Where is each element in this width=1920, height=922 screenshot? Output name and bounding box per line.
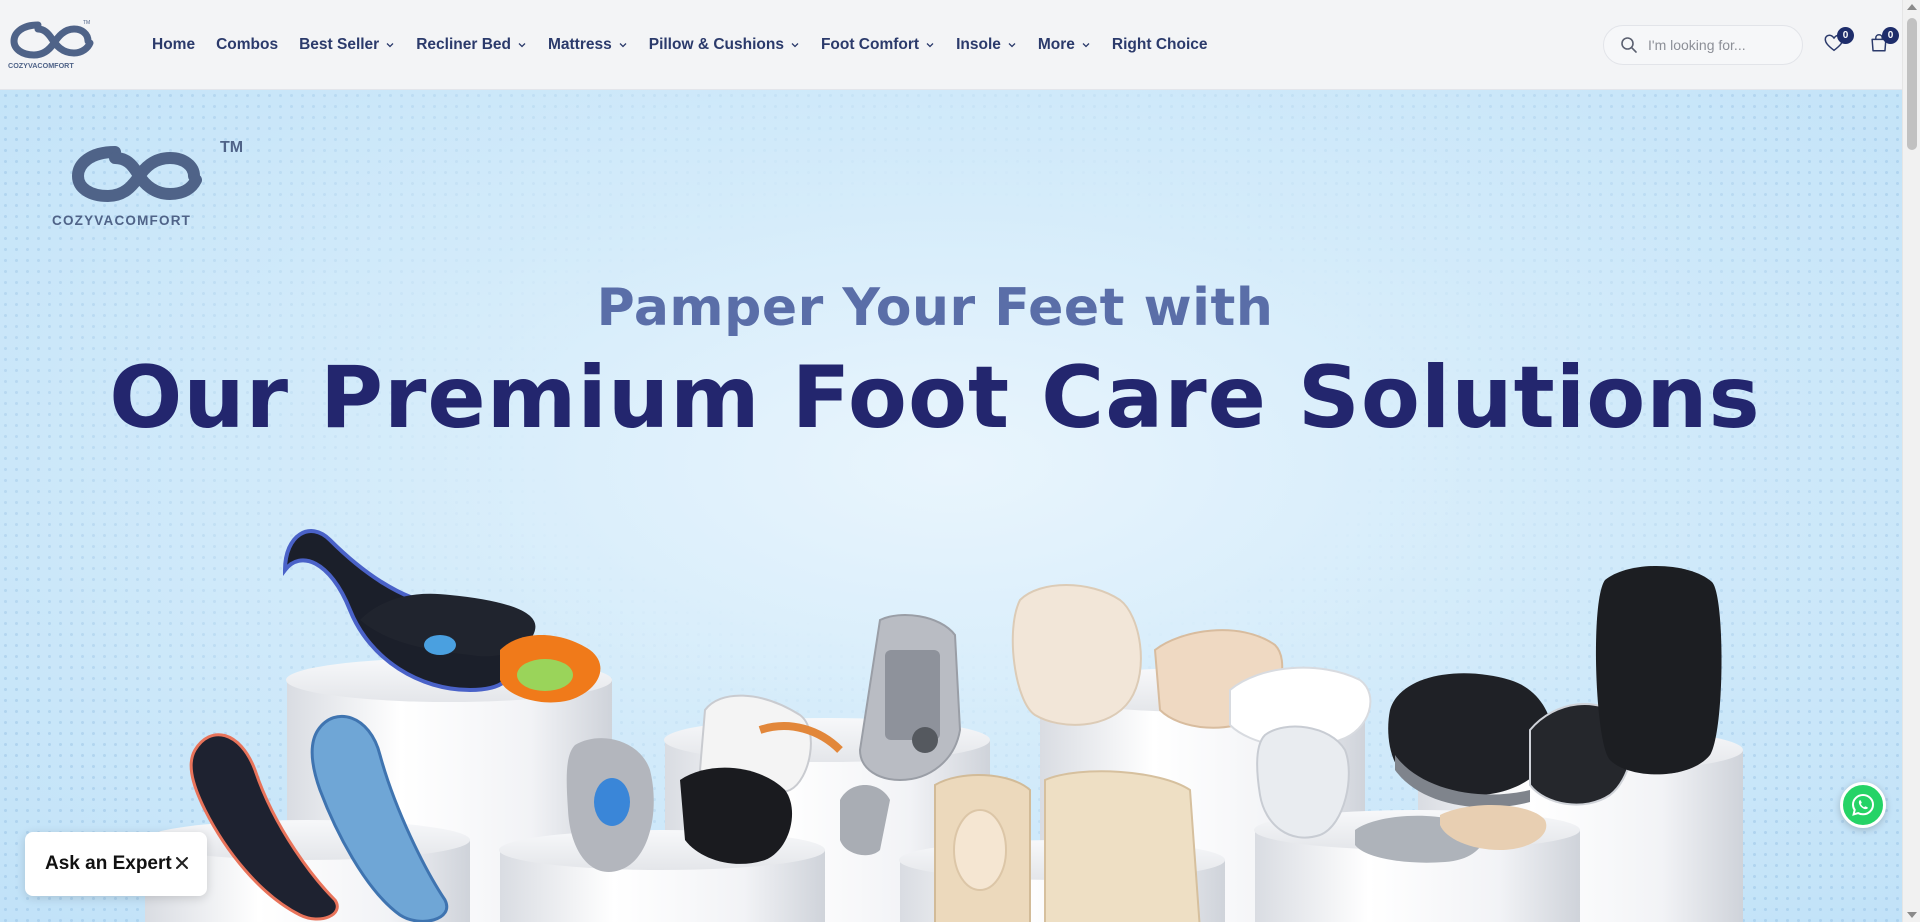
nav-item-label: Pillow & Cushions bbox=[648, 36, 784, 53]
page-scrollbar[interactable] bbox=[1902, 0, 1920, 922]
ask-expert-label: Ask an Expert bbox=[45, 853, 172, 874]
nav-item-label: Recliner Bed bbox=[416, 36, 511, 53]
nav-item-mattress[interactable]: Mattress bbox=[548, 36, 628, 54]
nav-item-label: Insole bbox=[956, 36, 1001, 53]
chevron-down-icon bbox=[619, 43, 627, 48]
site-header: TM COZYVACOMFORT Home Combos Best Seller… bbox=[0, 0, 1902, 90]
chevron-down-icon bbox=[1008, 43, 1016, 48]
cart-button[interactable]: 0 bbox=[1868, 27, 1899, 56]
chevron-down-icon bbox=[926, 43, 934, 48]
seat-cushions-black bbox=[1388, 565, 1722, 808]
heel-sleeves bbox=[1011, 584, 1372, 749]
close-icon[interactable] bbox=[173, 854, 191, 872]
search-box[interactable] bbox=[1603, 25, 1803, 65]
nav-item-recliner-bed[interactable]: Recliner Bed bbox=[416, 36, 527, 54]
nav-item-best-seller[interactable]: Best Seller bbox=[299, 36, 395, 54]
wishlist-count-badge: 0 bbox=[1837, 27, 1854, 44]
nav-item-combos[interactable]: Combos bbox=[216, 36, 278, 54]
product-display-illustration bbox=[144, 529, 1743, 922]
main-nav: Home Combos Best Seller Recliner Bed Mat… bbox=[152, 0, 1229, 90]
wishlist-button[interactable]: 0 bbox=[1823, 27, 1854, 56]
nav-item-label: Foot Comfort bbox=[820, 36, 920, 53]
brand-logo[interactable]: TM COZYVACOMFORT bbox=[8, 19, 96, 71]
nav-item-label: More bbox=[1037, 36, 1075, 53]
chevron-down-icon bbox=[791, 43, 799, 48]
nav-item-label: Mattress bbox=[547, 36, 612, 53]
nav-item-right-choice[interactable]: Right Choice bbox=[1112, 36, 1208, 54]
scrollbar-thumb[interactable] bbox=[1907, 18, 1917, 150]
nav-item-more[interactable]: More bbox=[1038, 36, 1091, 54]
brand-logo-text: COZYVACOMFORT bbox=[8, 61, 74, 70]
nav-item-foot-comfort[interactable]: Foot Comfort bbox=[821, 36, 935, 54]
search-input[interactable] bbox=[1648, 37, 1788, 53]
cart-count-badge: 0 bbox=[1882, 27, 1899, 44]
hero-banner[interactable]: TM COZYVACOMFORT Pamper Your Feet with O… bbox=[0, 90, 1902, 922]
ask-expert-widget[interactable]: Ask an Expert bbox=[25, 832, 207, 896]
forefoot-pads bbox=[934, 770, 1201, 922]
nav-item-insole[interactable]: Insole bbox=[956, 36, 1017, 54]
whatsapp-button[interactable] bbox=[1840, 782, 1886, 828]
nav-item-home[interactable]: Home bbox=[152, 36, 195, 54]
chevron-down-icon bbox=[1082, 43, 1090, 48]
nav-item-label: Right Choice bbox=[1111, 36, 1208, 53]
nav-item-label: Home bbox=[152, 36, 196, 53]
scroll-up-arrow-icon[interactable] bbox=[1907, 4, 1917, 10]
chevron-down-icon bbox=[386, 43, 394, 48]
svg-text:TM: TM bbox=[83, 20, 90, 26]
chevron-down-icon bbox=[518, 43, 526, 48]
whatsapp-icon bbox=[1851, 793, 1875, 816]
scroll-down-arrow-icon[interactable] bbox=[1907, 912, 1917, 918]
search-icon[interactable] bbox=[1620, 36, 1638, 54]
nav-item-label: Best Seller bbox=[299, 36, 380, 53]
nav-item-label: Combos bbox=[216, 36, 279, 53]
nav-item-pillow-cushions[interactable]: Pillow & Cushions bbox=[649, 36, 800, 54]
